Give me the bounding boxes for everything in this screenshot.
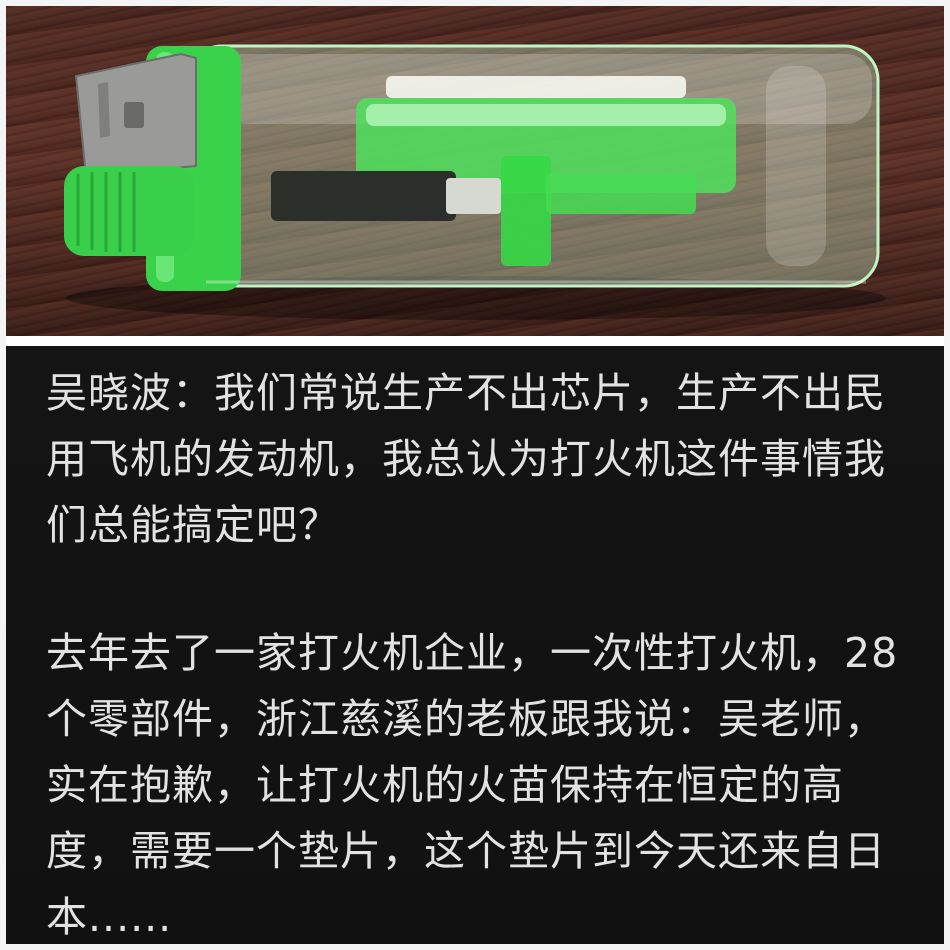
meme-image: 吴晓波：我们常说生产不出芯片，生产不出民用飞机的发动机，我总认为打火机这件事情我… (6, 6, 944, 944)
lighter-photo (6, 6, 944, 336)
quote-paragraph-2: 去年去了一家打火机企业，一次性打火机，28个零部件，浙江慈溪的老板跟我说：吴老师… (46, 629, 899, 941)
quote-paragraph-1: 吴晓波：我们常说生产不出芯片，生产不出民用飞机的发动机，我总认为打火机这件事情我… (46, 369, 886, 549)
divider (6, 336, 944, 346)
lighter-illustration (64, 44, 886, 320)
quote-panel: 吴晓波：我们常说生产不出芯片，生产不出民用飞机的发动机，我总认为打火机这件事情我… (6, 346, 944, 944)
lighter-wheel (64, 166, 194, 256)
